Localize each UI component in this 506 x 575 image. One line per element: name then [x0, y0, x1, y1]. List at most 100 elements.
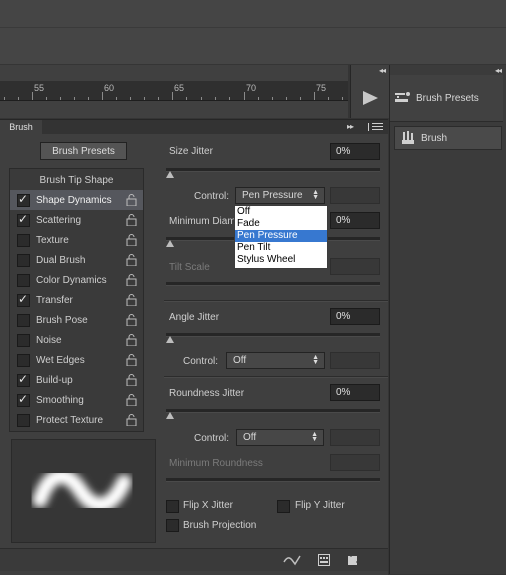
brush-projection-checkbox[interactable]	[166, 519, 179, 532]
size-jitter-field[interactable]: 0%	[330, 143, 380, 160]
checkbox[interactable]	[17, 192, 30, 207]
list-item-label: Scattering	[36, 214, 82, 226]
tab-brush[interactable]: Brush	[0, 120, 42, 134]
lock-icon[interactable]	[126, 214, 137, 226]
roundness-jitter-label: Roundness Jitter	[169, 388, 245, 399]
list-item-smoothing[interactable]: Smoothing	[10, 390, 143, 410]
list-item-label: Wet Edges	[36, 354, 85, 366]
ruler-ticks	[4, 92, 343, 100]
list-item-transfer[interactable]: Transfer	[10, 290, 143, 310]
list-item-brush-tip-shape[interactable]: Brush Tip Shape	[10, 170, 143, 190]
checkbox[interactable]	[17, 233, 30, 247]
new-preset-icon[interactable]	[347, 554, 359, 566]
lock-icon[interactable]	[126, 374, 137, 386]
size-jitter-label: Size Jitter	[169, 146, 213, 157]
checkbox[interactable]	[17, 413, 30, 427]
flip-y-jitter-checkbox[interactable]	[277, 500, 290, 513]
lock-icon[interactable]	[126, 334, 137, 346]
lock-icon[interactable]	[126, 414, 137, 426]
roundness-control-select[interactable]: Off ▲ ▼	[236, 429, 324, 446]
checkbox[interactable]	[17, 372, 30, 387]
collapse-arrows-icon[interactable]: ◂◂	[495, 66, 502, 75]
min-diameter-slider-thumb[interactable]	[166, 240, 174, 247]
min-diameter-field[interactable]: 0%	[330, 212, 380, 229]
min-roundness-label: Minimum Roundness	[169, 458, 263, 469]
brush-projection-label: Brush Projection	[183, 520, 257, 531]
collapse-panel-icon[interactable]: ▸▸	[347, 122, 354, 131]
application-bar	[0, 0, 506, 64]
lock-icon[interactable]	[126, 394, 137, 406]
lock-icon[interactable]	[126, 294, 137, 306]
play-icon[interactable]	[361, 90, 379, 106]
list-item-label: Dual Brush	[36, 254, 86, 266]
flip-x-jitter-checkbox[interactable]	[166, 500, 179, 513]
checkbox[interactable]	[17, 253, 30, 267]
brush-options-list: Brush Tip Shape Shape Dynamics Scatterin…	[9, 168, 144, 432]
lock-icon[interactable]	[126, 254, 137, 266]
list-item-build-up[interactable]: Build-up	[10, 370, 143, 390]
list-item-label: Noise	[36, 334, 62, 346]
list-item-texture[interactable]: Texture	[10, 230, 143, 250]
checkbox[interactable]	[17, 292, 30, 307]
list-item-color-dynamics[interactable]: Color Dynamics	[10, 270, 143, 290]
list-item-brush-pose[interactable]: Brush Pose	[10, 310, 143, 330]
brush-presets-dock-button[interactable]: Brush Presets	[390, 75, 503, 122]
checkbox[interactable]	[17, 392, 30, 407]
brush-presets-icon	[390, 90, 416, 106]
dropdown-option-pen-tilt[interactable]: Pen Tilt	[235, 242, 327, 254]
angle-jitter-label: Angle Jitter	[169, 312, 220, 323]
lock-icon[interactable]	[126, 274, 137, 286]
checkbox[interactable]	[17, 273, 30, 287]
brush-presets-label: Brush Presets	[416, 92, 479, 104]
divider	[164, 300, 388, 302]
brush-dock-button[interactable]: Brush	[394, 126, 502, 150]
list-item-dual-brush[interactable]: Dual Brush	[10, 250, 143, 270]
size-control-label: Control:	[194, 191, 230, 202]
list-item-label: Smoothing	[36, 394, 84, 406]
dropdown-option-off[interactable]: Off	[235, 206, 327, 218]
dropdown-option-pen-pressure[interactable]: Pen Pressure	[235, 230, 327, 242]
panel-menu-icon[interactable]	[368, 122, 384, 132]
roundness-jitter-field[interactable]: 0%	[330, 384, 380, 401]
angle-control-label: Control:	[183, 356, 219, 367]
lock-icon[interactable]	[126, 194, 137, 206]
list-item-scattering[interactable]: Scattering	[10, 210, 143, 230]
brush-stroke-preview	[11, 439, 156, 543]
angle-control-select[interactable]: Off ▲ ▼	[226, 352, 325, 369]
lock-icon[interactable]	[126, 354, 137, 366]
grid-icon[interactable]	[318, 554, 330, 566]
list-item-label: Brush Pose	[36, 314, 88, 326]
roundness-jitter-slider-thumb[interactable]	[166, 412, 174, 419]
roundness-jitter-slider[interactable]	[166, 409, 380, 413]
list-item-protect-texture[interactable]: Protect Texture	[10, 410, 143, 430]
angle-jitter-slider-thumb[interactable]	[166, 336, 174, 343]
checkbox[interactable]	[17, 212, 30, 227]
roundness-control-value: Off	[243, 432, 257, 443]
list-item-noise[interactable]: Noise	[10, 330, 143, 350]
size-jitter-slider[interactable]	[166, 168, 380, 172]
roundness-control-field	[330, 429, 380, 446]
list-item-label: Shape Dynamics	[36, 194, 112, 206]
checkbox[interactable]	[17, 353, 30, 367]
size-jitter-slider-thumb[interactable]	[166, 171, 174, 178]
dropdown-option-stylus-wheel[interactable]: Stylus Wheel	[235, 254, 327, 266]
min-roundness-field	[330, 454, 380, 471]
divider	[164, 376, 388, 378]
list-item-wet-edges[interactable]: Wet Edges	[10, 350, 143, 370]
collapse-arrows-icon[interactable]: ◂◂	[379, 66, 386, 75]
lock-icon[interactable]	[126, 314, 137, 326]
brush-icon	[395, 130, 421, 146]
dropdown-option-fade[interactable]: Fade	[235, 218, 327, 230]
angle-control-value: Off	[233, 355, 247, 366]
lock-icon[interactable]	[126, 234, 137, 246]
angle-jitter-field[interactable]: 0%	[330, 308, 380, 325]
angle-jitter-slider[interactable]	[166, 333, 380, 337]
checkbox[interactable]	[17, 333, 30, 347]
brush-presets-button[interactable]: Brush Presets	[40, 142, 127, 160]
list-item-shape-dynamics[interactable]: Shape Dynamics	[10, 190, 143, 210]
toggle-live-tip-icon[interactable]	[283, 554, 301, 566]
checkbox[interactable]	[17, 313, 30, 327]
size-control-select[interactable]: Pen Pressure ▲ ▼	[235, 187, 325, 204]
play-column: ◂◂	[350, 65, 389, 118]
select-arrows-icon: ▲ ▼	[311, 431, 318, 443]
